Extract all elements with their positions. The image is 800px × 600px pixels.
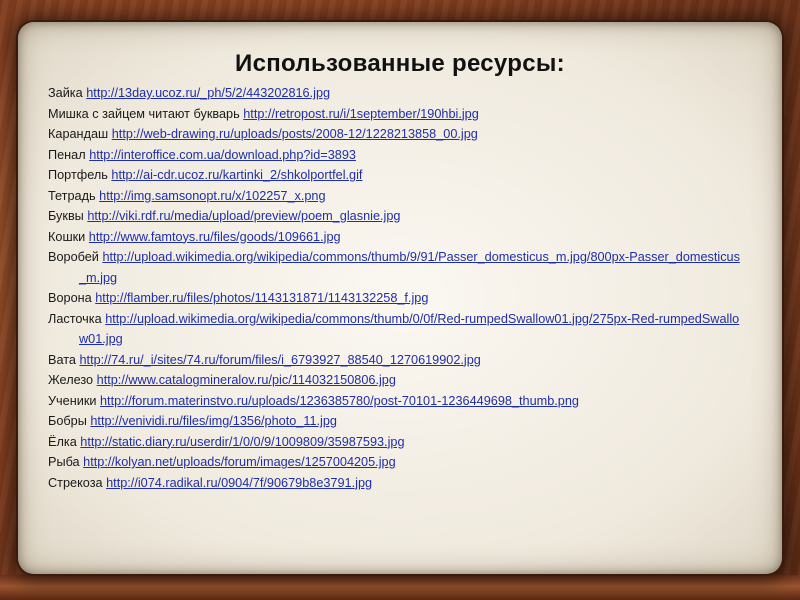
resource-link[interactable]: http://web-drawing.ru/uploads/posts/2008… bbox=[112, 127, 478, 141]
resource-name: Рыба bbox=[48, 455, 80, 469]
resource-link[interactable]: http://kolyan.net/uploads/forum/images/1… bbox=[83, 455, 395, 469]
list-item: Кошки http://www.famtoys.ru/files/goods/… bbox=[48, 227, 743, 248]
list-item: Мишка с зайцем читают букварь http://ret… bbox=[48, 104, 743, 125]
resource-link[interactable]: http://viki.rdf.ru/media/upload/preview/… bbox=[87, 209, 400, 223]
resource-name: Пенал bbox=[48, 147, 86, 162]
list-item: Стрекоза http://i074.radikal.ru/0904/7f/… bbox=[48, 473, 743, 494]
page-title: Использованные ресурсы: bbox=[235, 50, 565, 77]
list-item: Зайка http://13day.ucoz.ru/_ph/5/2/44320… bbox=[48, 83, 743, 104]
list-item: Портфель http://ai-cdr.ucoz.ru/kartinki_… bbox=[48, 165, 743, 186]
resource-name: Зайка bbox=[48, 86, 83, 100]
resource-list: Зайка http://13day.ucoz.ru/_ph/5/2/44320… bbox=[48, 83, 743, 493]
resource-name: Кошки bbox=[48, 229, 86, 244]
resource-link[interactable]: http://img.samsonopt.ru/x/102257_x.png bbox=[99, 189, 325, 203]
list-item: Ворона http://flamber.ru/files/photos/11… bbox=[48, 288, 743, 309]
list-item: Рыба http://kolyan.net/uploads/forum/ima… bbox=[48, 452, 743, 473]
list-item: Буквы http://viki.rdf.ru/media/upload/pr… bbox=[48, 206, 743, 227]
resource-link[interactable]: http://forum.materinstvo.ru/uploads/1236… bbox=[100, 394, 579, 408]
resource-name: Мишка с зайцем читают букварь bbox=[48, 106, 240, 121]
resource-name: Вата bbox=[48, 352, 76, 367]
chalk-rail bbox=[0, 575, 800, 600]
resource-link[interactable]: http://ai-cdr.ucoz.ru/kartinki_2/shkolpo… bbox=[111, 168, 362, 182]
resource-link[interactable]: http://www.catalogmineralov.ru/pic/11403… bbox=[97, 373, 396, 387]
resource-name: Карандаш bbox=[48, 127, 109, 141]
list-item: Вата http://74.ru/_i/sites/74.ru/forum/f… bbox=[48, 350, 743, 371]
resource-name: Воробей bbox=[48, 250, 99, 264]
resource-name: Портфель bbox=[48, 168, 108, 182]
resource-name: Ёлка bbox=[48, 434, 77, 449]
resource-name: Ворона bbox=[48, 291, 92, 305]
resource-link[interactable]: http://13day.ucoz.ru/_ph/5/2/443202816.j… bbox=[86, 86, 330, 100]
resource-link[interactable]: http://upload.wikimedia.org/wikipedia/co… bbox=[79, 250, 740, 285]
resource-link[interactable]: http://retropost.ru/i/1september/190hbi.… bbox=[243, 107, 479, 121]
resource-link[interactable]: http://venividi.ru/files/img/1356/photo_… bbox=[90, 414, 337, 428]
resource-name: Тетрадь bbox=[48, 188, 96, 203]
resource-link[interactable]: http://i074.radikal.ru/0904/7f/90679b8e3… bbox=[106, 476, 372, 490]
resource-name: Бобры bbox=[48, 414, 87, 428]
resource-name: Ласточка bbox=[48, 311, 102, 326]
list-item: Ученики http://forum.materinstvo.ru/uplo… bbox=[48, 391, 743, 412]
list-item: Железо http://www.catalogmineralov.ru/pi… bbox=[48, 370, 743, 391]
resource-link[interactable]: http://74.ru/_i/sites/74.ru/forum/files/… bbox=[80, 353, 481, 367]
list-item: Ёлка http://static.diary.ru/userdir/1/0/… bbox=[48, 432, 743, 453]
resource-name: Стрекоза bbox=[48, 475, 103, 490]
resource-link[interactable]: http://www.famtoys.ru/files/goods/109661… bbox=[89, 230, 341, 244]
resource-name: Буквы bbox=[48, 209, 84, 223]
list-item: Бобры http://venividi.ru/files/img/1356/… bbox=[48, 411, 743, 432]
resource-link[interactable]: http://upload.wikimedia.org/wikipedia/co… bbox=[79, 312, 739, 347]
resource-link[interactable]: http://interoffice.com.ua/download.php?i… bbox=[89, 148, 356, 162]
resource-name: Железо bbox=[48, 373, 94, 387]
list-item: Воробей http://upload.wikimedia.org/wiki… bbox=[48, 247, 743, 288]
list-item: Пенал http://interoffice.com.ua/download… bbox=[48, 145, 743, 166]
list-item: Ласточка http://upload.wikimedia.org/wik… bbox=[48, 309, 743, 350]
list-item: Карандаш http://web-drawing.ru/uploads/p… bbox=[48, 124, 743, 145]
resource-link[interactable]: http://flamber.ru/files/photos/114313187… bbox=[95, 291, 428, 305]
resource-link[interactable]: http://static.diary.ru/userdir/1/0/0/9/1… bbox=[80, 435, 404, 449]
list-item: Тетрадь http://img.samsonopt.ru/x/102257… bbox=[48, 186, 743, 207]
resource-name: Ученики bbox=[48, 393, 97, 408]
